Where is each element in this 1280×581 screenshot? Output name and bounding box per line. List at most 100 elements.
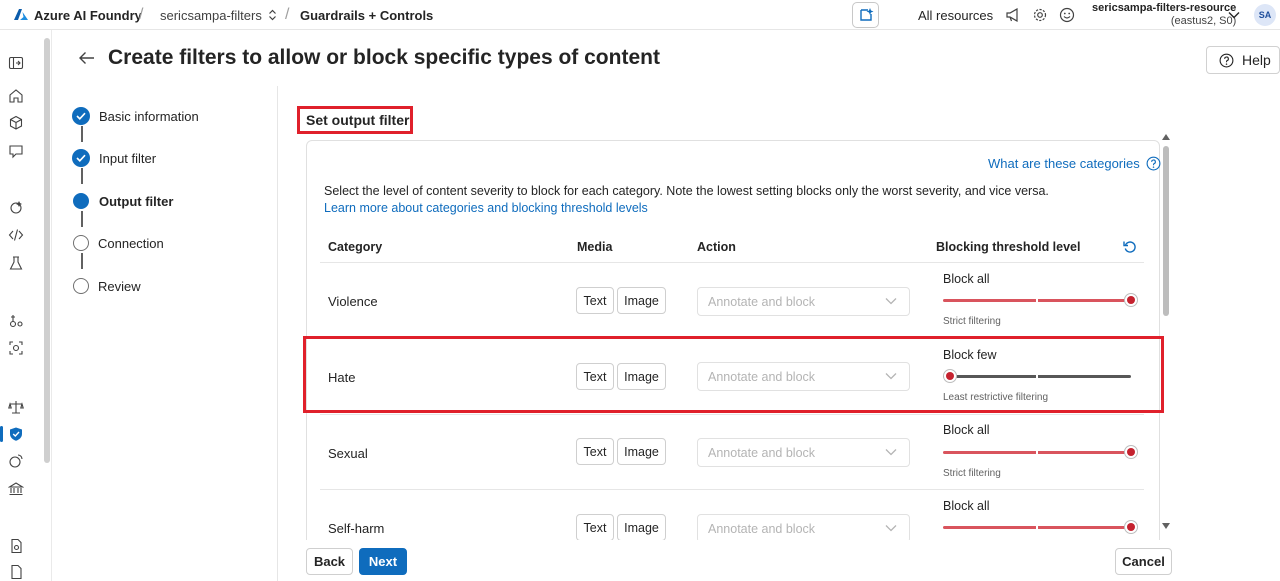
guardrails-shield-icon[interactable] [7,425,25,443]
category-sexual: Sexual [328,446,368,461]
smiley-icon [1059,7,1075,23]
back-button[interactable]: Back [306,548,353,575]
model-catalog-icon[interactable] [7,114,25,132]
expand-nav-icon[interactable] [7,54,25,72]
row-divider [320,489,1144,490]
agents-icon[interactable] [7,198,25,216]
breadcrumb-separator: / [139,6,144,23]
reset-button[interactable] [1122,239,1138,255]
step-connector [81,168,83,184]
next-button[interactable]: Next [359,548,407,575]
copilot-icon [858,7,874,23]
current-step-dot-icon [73,193,89,209]
step-label: Input filter [99,150,157,166]
panel-scrollbar-thumb[interactable] [1163,146,1169,316]
hate-row-highlight [303,336,1164,413]
step-basic-information[interactable]: Basic information [72,106,199,126]
reset-arrow-icon [1122,239,1138,255]
media-image-button[interactable]: Image [617,514,666,541]
threshold-slider[interactable] [943,520,1139,534]
chat-playground-icon[interactable] [7,142,25,160]
step-connection[interactable]: Connection [72,233,164,253]
step-review[interactable]: Review [72,276,141,296]
learn-more-link[interactable]: Learn more about categories and blocking… [324,201,648,215]
brand[interactable]: Azure AI Foundry [14,0,142,30]
avatar[interactable]: SA [1254,4,1276,26]
megaphone-icon [1005,7,1021,23]
checkmark-circle-icon [72,149,90,167]
slider-tick [1036,448,1038,456]
step-connector [81,253,83,269]
breadcrumb-current-page[interactable]: Guardrails + Controls [300,0,433,30]
account-menu-button[interactable] [1225,0,1243,30]
all-resources-link[interactable]: All resources [918,0,993,30]
dropdown-value: Annotate and block [708,521,816,536]
slider-thumb[interactable] [1124,445,1138,459]
media-text-button[interactable]: Text [576,438,614,465]
action-dropdown[interactable]: Annotate and block [697,438,910,467]
slider-thumb[interactable] [1124,293,1138,307]
dropdown-value: Annotate and block [708,294,816,309]
slider-tick [1036,296,1038,304]
media-text-button[interactable]: Text [576,514,614,541]
document-icon[interactable] [7,563,25,581]
rail-scrollbar[interactable] [44,38,50,463]
action-dropdown[interactable]: Annotate and block [697,287,910,316]
threshold-level-label: Block all [943,499,990,513]
project-switcher[interactable]: sericsampa-filters [160,0,277,30]
step-input-filter[interactable]: Input filter [72,148,156,168]
question-circle-icon [1219,53,1234,68]
media-image-button[interactable]: Image [617,287,666,314]
governance-building-icon[interactable] [7,480,25,498]
media-text-button[interactable]: Text [576,287,614,314]
threshold-caption: Strict filtering [943,468,1001,479]
checkmark-circle-icon [72,107,90,125]
threshold-slider[interactable] [943,293,1139,307]
column-header-media: Media [577,240,613,254]
threshold-level-label: Block all [943,423,990,437]
scroll-down-arrow-icon[interactable] [1161,522,1171,530]
project-name: sericsampa-filters [160,7,262,23]
cancel-button[interactable]: Cancel [1115,548,1172,575]
chevron-up-down-icon [268,9,277,21]
media-image-button[interactable]: Image [617,438,666,465]
help-button[interactable]: Help [1206,46,1280,74]
empty-circle-icon [73,235,89,251]
category-violence: Violence [328,294,378,309]
feedback-button[interactable] [1058,0,1076,30]
fine-tuning-icon[interactable] [7,312,25,330]
data-files-icon[interactable] [7,537,25,555]
scroll-up-arrow-icon[interactable] [1161,133,1171,141]
step-connector [81,126,83,142]
step-label: Output filter [99,193,174,209]
column-header-threshold: Blocking threshold level [936,240,1081,254]
rail-active-indicator [0,426,3,442]
home-icon[interactable] [7,87,25,105]
copilot-button[interactable] [852,2,879,28]
settings-button[interactable] [1031,0,1049,30]
threshold-level-label: Block all [943,272,990,286]
action-dropdown[interactable]: Annotate and block [697,514,910,543]
breadcrumb-separator: / [285,6,290,23]
monitoring-icon[interactable] [7,452,25,470]
slider-thumb[interactable] [1124,520,1138,534]
vision-icon[interactable] [7,339,25,357]
announcement-button[interactable] [1004,0,1022,30]
back-arrow-button[interactable] [78,50,96,66]
step-output-filter[interactable]: Output filter [72,191,173,211]
section-title: Set output filter [297,106,413,134]
what-are-categories-link[interactable]: What are these categories [988,156,1161,171]
threshold-slider[interactable] [943,445,1139,459]
evaluation-flask-icon[interactable] [7,254,25,272]
chevron-down-icon [885,524,897,532]
dropdown-value: Annotate and block [708,445,816,460]
column-header-category: Category [328,240,383,254]
code-icon[interactable] [7,226,25,244]
scales-icon[interactable] [7,398,25,416]
chevron-down-icon [1228,11,1240,19]
step-label: Review [98,278,141,294]
account-info[interactable]: sericsampa-filters-resource (eastus2, S0… [1092,0,1236,30]
slider-tick [1036,523,1038,531]
category-self-harm: Self-harm [328,521,385,536]
step-connector [81,211,83,227]
